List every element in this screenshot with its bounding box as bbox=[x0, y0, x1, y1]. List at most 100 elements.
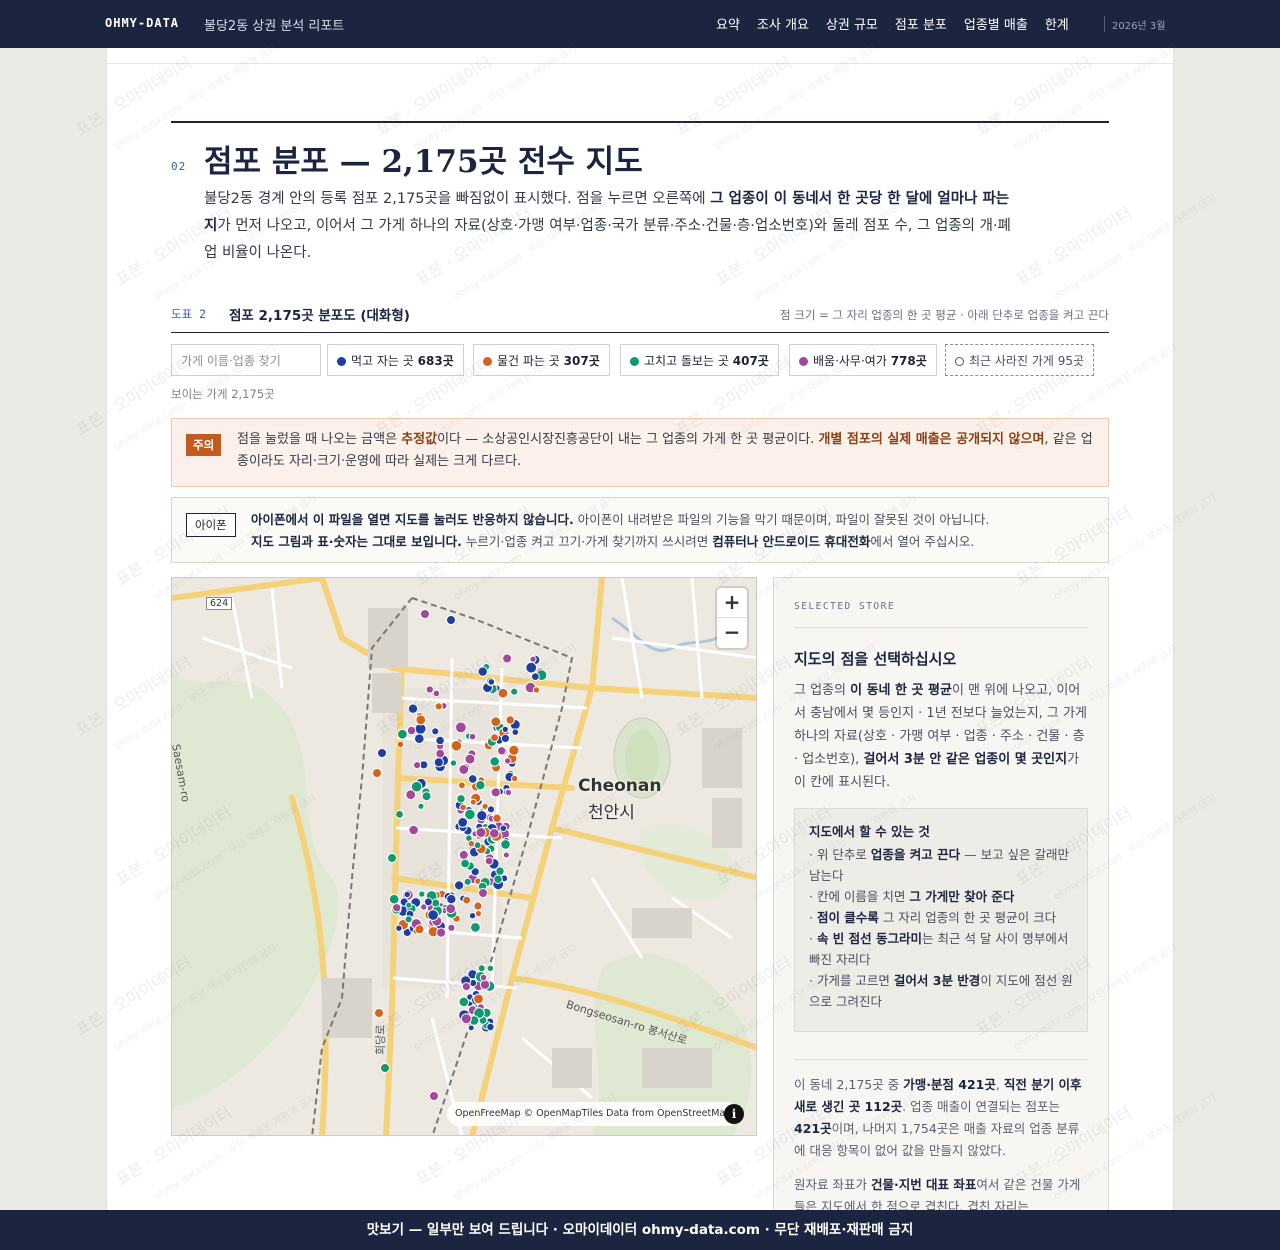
store-marker[interactable] bbox=[462, 895, 472, 905]
store-marker[interactable] bbox=[510, 774, 519, 783]
store-marker[interactable] bbox=[473, 901, 483, 911]
store-marker[interactable] bbox=[500, 839, 511, 850]
store-marker[interactable] bbox=[414, 924, 425, 935]
store-marker[interactable] bbox=[501, 725, 509, 733]
store-marker[interactable] bbox=[495, 866, 505, 876]
filter-chip-recently-closed[interactable]: 최근 사라진 가게 95곳 bbox=[945, 344, 1095, 376]
store-marker[interactable] bbox=[455, 721, 467, 734]
store-marker[interactable] bbox=[435, 735, 445, 746]
info-icon[interactable]: i bbox=[724, 1104, 744, 1124]
store-marker[interactable] bbox=[446, 615, 456, 625]
store-marker[interactable] bbox=[414, 733, 425, 744]
store-marker[interactable] bbox=[417, 802, 425, 810]
store-marker[interactable] bbox=[504, 757, 512, 765]
store-marker[interactable] bbox=[446, 894, 457, 905]
map-canvas[interactable] bbox=[172, 578, 757, 1136]
nav-limitations[interactable]: 한계 bbox=[1045, 14, 1069, 33]
store-marker[interactable] bbox=[458, 849, 469, 860]
store-marker[interactable] bbox=[449, 759, 458, 767]
store-marker[interactable] bbox=[423, 897, 433, 907]
store-marker[interactable] bbox=[410, 780, 423, 793]
store-marker[interactable] bbox=[431, 727, 440, 736]
store-marker[interactable] bbox=[478, 888, 488, 898]
store-marker[interactable] bbox=[489, 828, 500, 839]
store-marker[interactable] bbox=[374, 1008, 384, 1018]
filter-chip-food-lodging[interactable]: 먹고 자는 곳 683곳 bbox=[327, 344, 464, 376]
store-marker[interactable] bbox=[405, 901, 413, 909]
store-marker[interactable] bbox=[481, 802, 489, 810]
store-marker[interactable] bbox=[531, 672, 540, 681]
store-marker[interactable] bbox=[395, 924, 403, 932]
store-marker[interactable] bbox=[490, 733, 500, 743]
store-marker[interactable] bbox=[421, 791, 432, 802]
store-marker[interactable] bbox=[380, 1063, 390, 1073]
store-marker[interactable] bbox=[406, 725, 417, 736]
store-marker[interactable] bbox=[479, 973, 488, 982]
store-marker[interactable] bbox=[427, 909, 439, 921]
filter-chip-retail[interactable]: 물건 파는 곳 307곳 bbox=[473, 344, 610, 376]
store-marker[interactable] bbox=[434, 702, 443, 711]
store-marker[interactable] bbox=[377, 748, 387, 758]
store-marker[interactable] bbox=[508, 744, 520, 756]
store-marker[interactable] bbox=[457, 817, 469, 828]
store-marker[interactable] bbox=[432, 689, 441, 698]
store-marker[interactable] bbox=[468, 732, 477, 741]
store-marker[interactable] bbox=[489, 756, 500, 767]
store-marker[interactable] bbox=[456, 794, 466, 804]
store-marker[interactable] bbox=[387, 853, 397, 863]
nav-summary[interactable]: 요약 bbox=[716, 14, 740, 33]
store-marker[interactable] bbox=[511, 728, 520, 736]
store-marker[interactable] bbox=[450, 740, 463, 752]
store-marker[interactable] bbox=[403, 890, 411, 899]
store-marker[interactable] bbox=[500, 733, 510, 743]
store-marker[interactable] bbox=[413, 761, 422, 770]
filter-chip-education-office-leisure[interactable]: 배움·사무·여가 778곳 bbox=[789, 344, 937, 376]
store-marker[interactable] bbox=[408, 824, 419, 836]
store-marker[interactable] bbox=[460, 1013, 472, 1025]
store-marker[interactable] bbox=[418, 890, 426, 898]
store-marker[interactable] bbox=[458, 764, 470, 775]
store-search-input[interactable]: 가게 이름·업종 찾기 bbox=[171, 344, 321, 376]
store-marker[interactable] bbox=[502, 653, 513, 664]
store-marker[interactable] bbox=[461, 982, 471, 992]
store-marker[interactable] bbox=[458, 781, 466, 790]
store-marker[interactable] bbox=[454, 880, 465, 891]
store-marker[interactable] bbox=[473, 841, 482, 850]
store-marker[interactable] bbox=[479, 979, 491, 990]
zoom-out-button[interactable]: − bbox=[717, 618, 747, 648]
store-distribution-map[interactable]: 624 Cheonan 천안시 Bongseosan-ro 봉서산로 Saesa… bbox=[171, 577, 757, 1136]
store-marker[interactable] bbox=[463, 877, 472, 886]
store-marker[interactable] bbox=[397, 728, 408, 740]
store-marker[interactable] bbox=[467, 840, 476, 848]
store-marker[interactable] bbox=[464, 753, 476, 765]
store-marker[interactable] bbox=[475, 827, 487, 838]
store-marker[interactable] bbox=[415, 714, 427, 726]
filter-chip-repair-care[interactable]: 고치고 돌보는 곳 407곳 bbox=[620, 344, 779, 376]
store-marker[interactable] bbox=[425, 685, 434, 694]
store-marker[interactable] bbox=[372, 768, 382, 778]
store-marker[interactable] bbox=[497, 687, 509, 699]
store-marker[interactable] bbox=[499, 824, 508, 833]
store-marker[interactable] bbox=[486, 964, 495, 972]
nav-sales-by-industry[interactable]: 업종별 매출 bbox=[964, 14, 1028, 33]
store-marker[interactable] bbox=[431, 898, 441, 908]
store-marker[interactable] bbox=[486, 1022, 495, 1032]
store-marker[interactable] bbox=[475, 780, 486, 791]
store-marker[interactable] bbox=[436, 927, 447, 938]
store-marker[interactable] bbox=[388, 893, 400, 905]
store-marker[interactable] bbox=[447, 923, 456, 932]
store-marker[interactable] bbox=[433, 757, 444, 768]
store-marker[interactable] bbox=[468, 912, 477, 920]
store-marker[interactable] bbox=[529, 655, 537, 663]
store-marker[interactable] bbox=[493, 874, 503, 884]
store-marker[interactable] bbox=[476, 810, 488, 822]
store-marker[interactable] bbox=[504, 788, 513, 797]
store-marker[interactable] bbox=[490, 787, 501, 798]
store-marker[interactable] bbox=[502, 851, 510, 859]
store-marker[interactable] bbox=[484, 856, 494, 866]
nav-store-distribution[interactable]: 점포 분포 bbox=[895, 14, 947, 33]
store-marker[interactable] bbox=[407, 703, 419, 714]
store-marker[interactable] bbox=[474, 910, 482, 918]
store-marker[interactable] bbox=[467, 1024, 475, 1032]
zoom-in-button[interactable]: + bbox=[717, 588, 747, 618]
